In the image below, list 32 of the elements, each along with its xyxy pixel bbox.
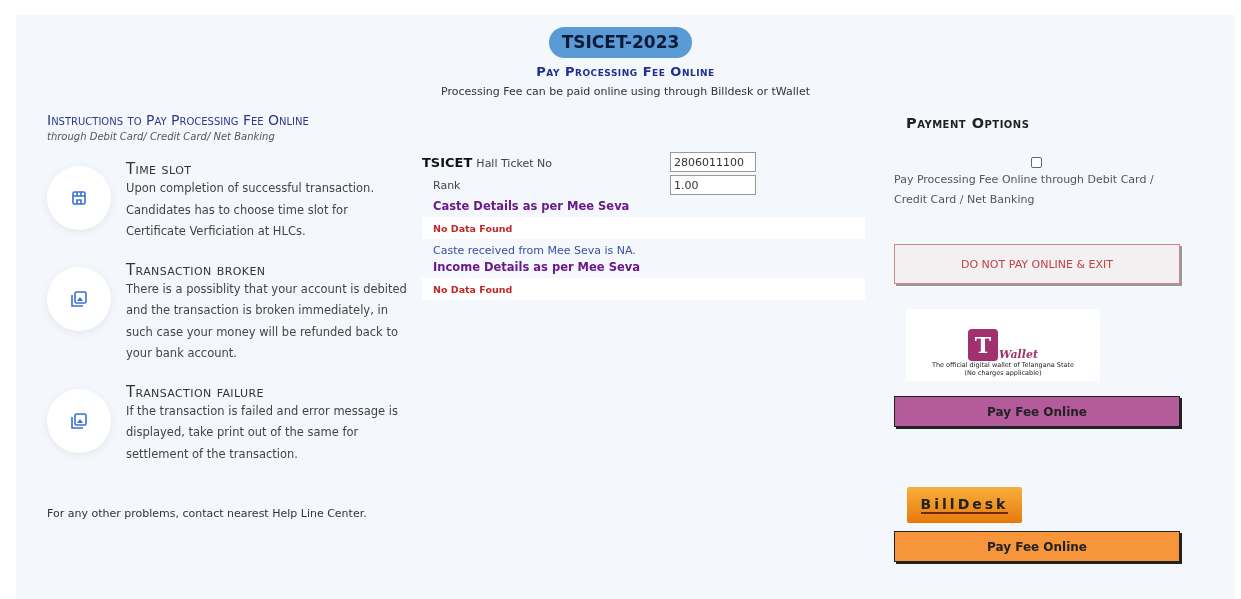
store-icon bbox=[71, 190, 87, 206]
image-stack-icon bbox=[70, 411, 88, 430]
instruction-text: There is a possiblity that your account is debited and the transaction is broken immediately, in such case your money will be refunded back to your bank account. bbox=[126, 280, 407, 362]
instruction-heading: Time slot bbox=[126, 160, 193, 178]
instructions-subtitle: through Debit Card/ Credit Card/ Net Banking bbox=[47, 131, 276, 142]
section-heading: Income Details as per Mee Seva bbox=[433, 260, 641, 274]
instructions-title: Instructions to Pay Processing Fee Online bbox=[47, 112, 310, 128]
no-data-message: No Data Found bbox=[433, 283, 513, 295]
exam-badge: TSICET-2023 bbox=[549, 27, 692, 58]
caste-note: Caste received from Mee Seva is NA. bbox=[433, 244, 637, 257]
page-subtitle: Processing Fee can be paid online using through Billdesk or tWallet bbox=[441, 85, 810, 98]
instruction-heading: Transaction failure bbox=[126, 382, 265, 401]
field-label: Hall Ticket No bbox=[476, 156, 552, 170]
image-stack-icon bbox=[70, 289, 88, 308]
exit-button[interactable]: DO NOT PAY ONLINE & EXIT bbox=[894, 244, 1180, 284]
pay-fee-button[interactable]: Pay Fee Online bbox=[894, 531, 1180, 562]
hall-ticket-field[interactable]: 2806011100 bbox=[670, 152, 756, 172]
pay-fee-button[interactable]: Pay Fee Online bbox=[894, 396, 1180, 427]
instruction-heading: Transaction broken bbox=[126, 260, 267, 279]
help-note: For any other problems, contact nearest Help Line Center. bbox=[47, 507, 368, 520]
exam-label: TSICET bbox=[422, 154, 473, 170]
billdesk-logo: BillDesk bbox=[907, 487, 1022, 523]
instruction-text: If the transaction is failed and error message is displayed, take print out of the same for settlement of the transaction. bbox=[126, 402, 399, 463]
rank-field[interactable]: 1.00 bbox=[670, 175, 756, 195]
payment-options-title: Payment Options bbox=[906, 115, 1031, 131]
page-title: Pay Processing Fee Online bbox=[536, 64, 715, 79]
section-heading: Caste Details as per Mee Seva bbox=[433, 199, 631, 213]
checkbox[interactable] bbox=[1031, 157, 1042, 168]
field-label: Rank bbox=[433, 178, 461, 192]
no-data-message: No Data Found bbox=[433, 222, 513, 234]
instruction-text: Upon completion of successful transaction. Candidates has to choose time slot for Certificate Verficiation at HLCs. bbox=[126, 180, 376, 240]
checkbox-label: Pay Processing Fee Online through Debit Card / Credit Card / Net Banking bbox=[894, 172, 1155, 208]
